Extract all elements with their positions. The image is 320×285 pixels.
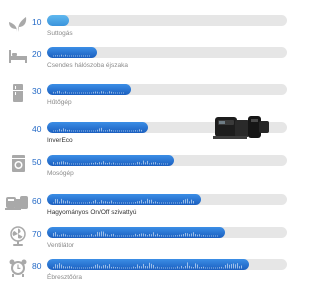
level-bar-fill (47, 259, 249, 270)
noise-source-label: Mosógép (47, 170, 74, 177)
noise-source-label: Csendes hálószoba éjszaka (47, 62, 128, 69)
level-bar-fill (47, 15, 69, 26)
level-bar-track (47, 227, 287, 238)
level-bar-fill (47, 227, 225, 238)
noise-row-30: 30 Hűtőgép (0, 83, 287, 113)
waveform-pattern (53, 127, 142, 132)
fridge-icon (5, 83, 31, 103)
level-bar-track (47, 155, 287, 166)
fan-icon (5, 226, 31, 246)
level-bar-fill (47, 122, 148, 133)
level-bar-fill (47, 47, 97, 58)
leaf-icon (5, 14, 31, 34)
noise-source-label: Suttogás (47, 30, 73, 37)
noise-row-70: 70 Ventilátor (0, 226, 287, 256)
noise-row-80: 80 Ébresztőóra (0, 258, 287, 285)
noise-level-comparison: 10 Suttogás 20 Csendes hálószoba éjszaka (0, 0, 287, 285)
level-bar-fill (47, 155, 174, 166)
level-bar-fill (47, 194, 201, 205)
level-bar-track (47, 194, 287, 205)
noise-source-label: Ventilátor (47, 242, 75, 249)
noise-source-label: InverEco (47, 137, 73, 144)
level-bar-track (47, 47, 287, 58)
level-bar-track (47, 84, 287, 95)
level-bar-track (47, 259, 287, 270)
waveform-pattern (53, 54, 90, 57)
noise-row-60: 60 Hagyományos On/Off szivattyú (0, 193, 287, 223)
noise-source-label: Ébresztőóra (47, 274, 83, 281)
level-bar-track (47, 15, 287, 26)
inverter-pump-image (213, 114, 271, 140)
alarm-clock-icon (5, 258, 31, 278)
noise-source-label: Hagyományos On/Off szivattyú (47, 209, 137, 216)
noise-source-label: Hűtőgép (47, 99, 72, 106)
waveform-pattern (53, 198, 194, 204)
waveform-pattern (53, 262, 242, 269)
noise-row-20: 20 Csendes hálószoba éjszaka (0, 46, 287, 76)
pump-icon (5, 193, 31, 213)
level-bar-fill (47, 84, 131, 95)
waveform-pattern (53, 160, 168, 165)
noise-row-50: 50 Mosógép (0, 154, 287, 184)
waveform-pattern (53, 231, 218, 237)
bed-icon (5, 46, 31, 66)
noise-row-10: 10 Suttogás (0, 14, 287, 44)
washing-machine-icon (5, 154, 31, 174)
waveform-pattern (53, 90, 124, 94)
